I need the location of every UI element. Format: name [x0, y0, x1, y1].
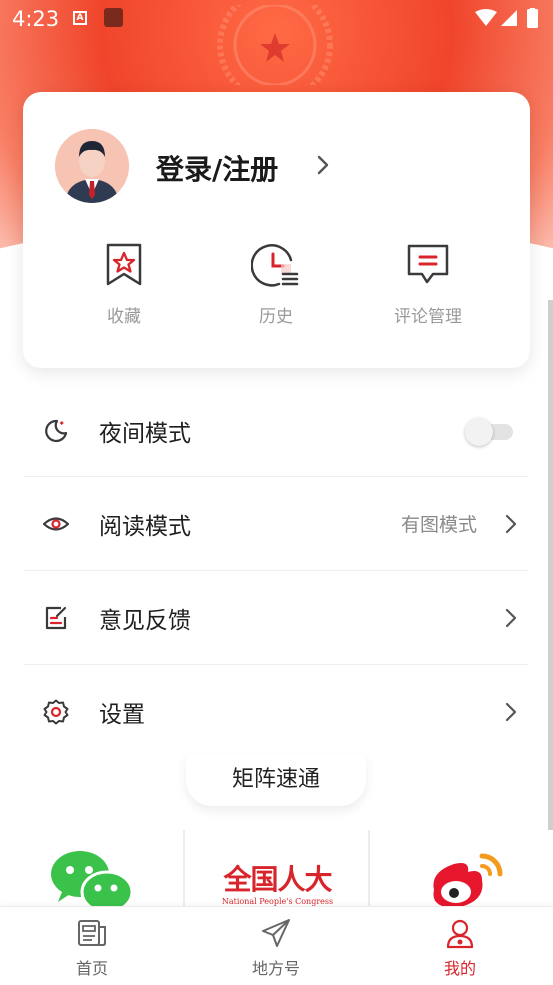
night-mode-row[interactable]: 夜间模式 — [24, 384, 528, 477]
feedback-label: 意见反馈 — [99, 608, 191, 634]
user-icon — [446, 919, 474, 949]
chevron-right-icon — [505, 608, 517, 628]
nav-home-label: 首页 — [75, 959, 108, 978]
signal-battery-icons — [475, 8, 538, 28]
comment-icon — [407, 244, 449, 284]
matrix-section-title: 矩阵速通 — [186, 754, 366, 806]
avatar[interactable] — [55, 129, 129, 203]
feedback-row[interactable]: 意见反馈 — [24, 571, 528, 664]
nav-local[interactable]: 地方号 — [184, 907, 368, 985]
favorites-button[interactable]: 收藏 — [64, 242, 184, 342]
chevron-right-icon — [505, 514, 517, 534]
edit-icon — [45, 606, 67, 630]
newspaper-icon — [78, 920, 106, 946]
cell-signal-icon — [501, 10, 517, 26]
eye-icon — [43, 517, 69, 531]
notification-a-icon: A — [73, 11, 87, 25]
reading-mode-label: 阅读模式 — [99, 514, 191, 540]
divider — [183, 830, 185, 908]
comment-management-label: 评论管理 — [394, 307, 462, 327]
matrix-strip: 全国人大 National People's Congress — [0, 830, 553, 908]
login-register-link[interactable]: 登录/注册 — [156, 148, 278, 188]
settings-row[interactable]: 设置 — [24, 665, 528, 758]
user-avatar-icon — [55, 129, 129, 203]
chevron-right-icon[interactable] — [313, 152, 333, 178]
nav-local-label: 地方号 — [251, 959, 300, 978]
profile-card: 登录/注册 收藏 历史 评论管理 — [23, 92, 530, 368]
paper-plane-icon — [262, 919, 290, 947]
moon-icon — [45, 419, 68, 443]
wechat-icon[interactable] — [48, 850, 134, 908]
history-button[interactable]: 历史 — [216, 242, 336, 342]
divider — [368, 830, 370, 908]
npc-logo-text: 全国人大 — [223, 863, 332, 896]
night-mode-label: 夜间模式 — [99, 421, 191, 447]
nav-home[interactable]: 首页 — [0, 907, 184, 985]
scroll-indicator — [548, 300, 553, 830]
npc-logo[interactable]: 全国人大 National People's Congress — [200, 865, 355, 908]
chevron-right-icon — [505, 702, 517, 722]
wifi-icon — [475, 9, 497, 26]
night-mode-toggle[interactable] — [465, 418, 513, 446]
notification-square-icon — [104, 8, 123, 27]
status-time: 4:23 — [12, 7, 60, 31]
battery-icon — [527, 9, 538, 28]
history-clock-icon — [251, 244, 299, 287]
bookmark-star-icon — [106, 243, 142, 286]
history-label: 历史 — [259, 307, 293, 327]
favorites-label: 收藏 — [107, 307, 141, 327]
reading-mode-row[interactable]: 阅读模式 有图模式 — [24, 477, 528, 570]
nav-mine[interactable]: 我的 — [368, 907, 552, 985]
weibo-icon[interactable] — [426, 850, 506, 908]
settings-label: 设置 — [99, 702, 145, 728]
gear-icon — [43, 699, 69, 725]
status-bar: 4:23 A — [0, 0, 553, 38]
reading-mode-value: 有图模式 — [400, 514, 477, 536]
nav-mine-label: 我的 — [443, 959, 476, 978]
comment-management-button[interactable]: 评论管理 — [368, 242, 488, 342]
bottom-navigation: 首页 地方号 我的 — [0, 906, 553, 985]
